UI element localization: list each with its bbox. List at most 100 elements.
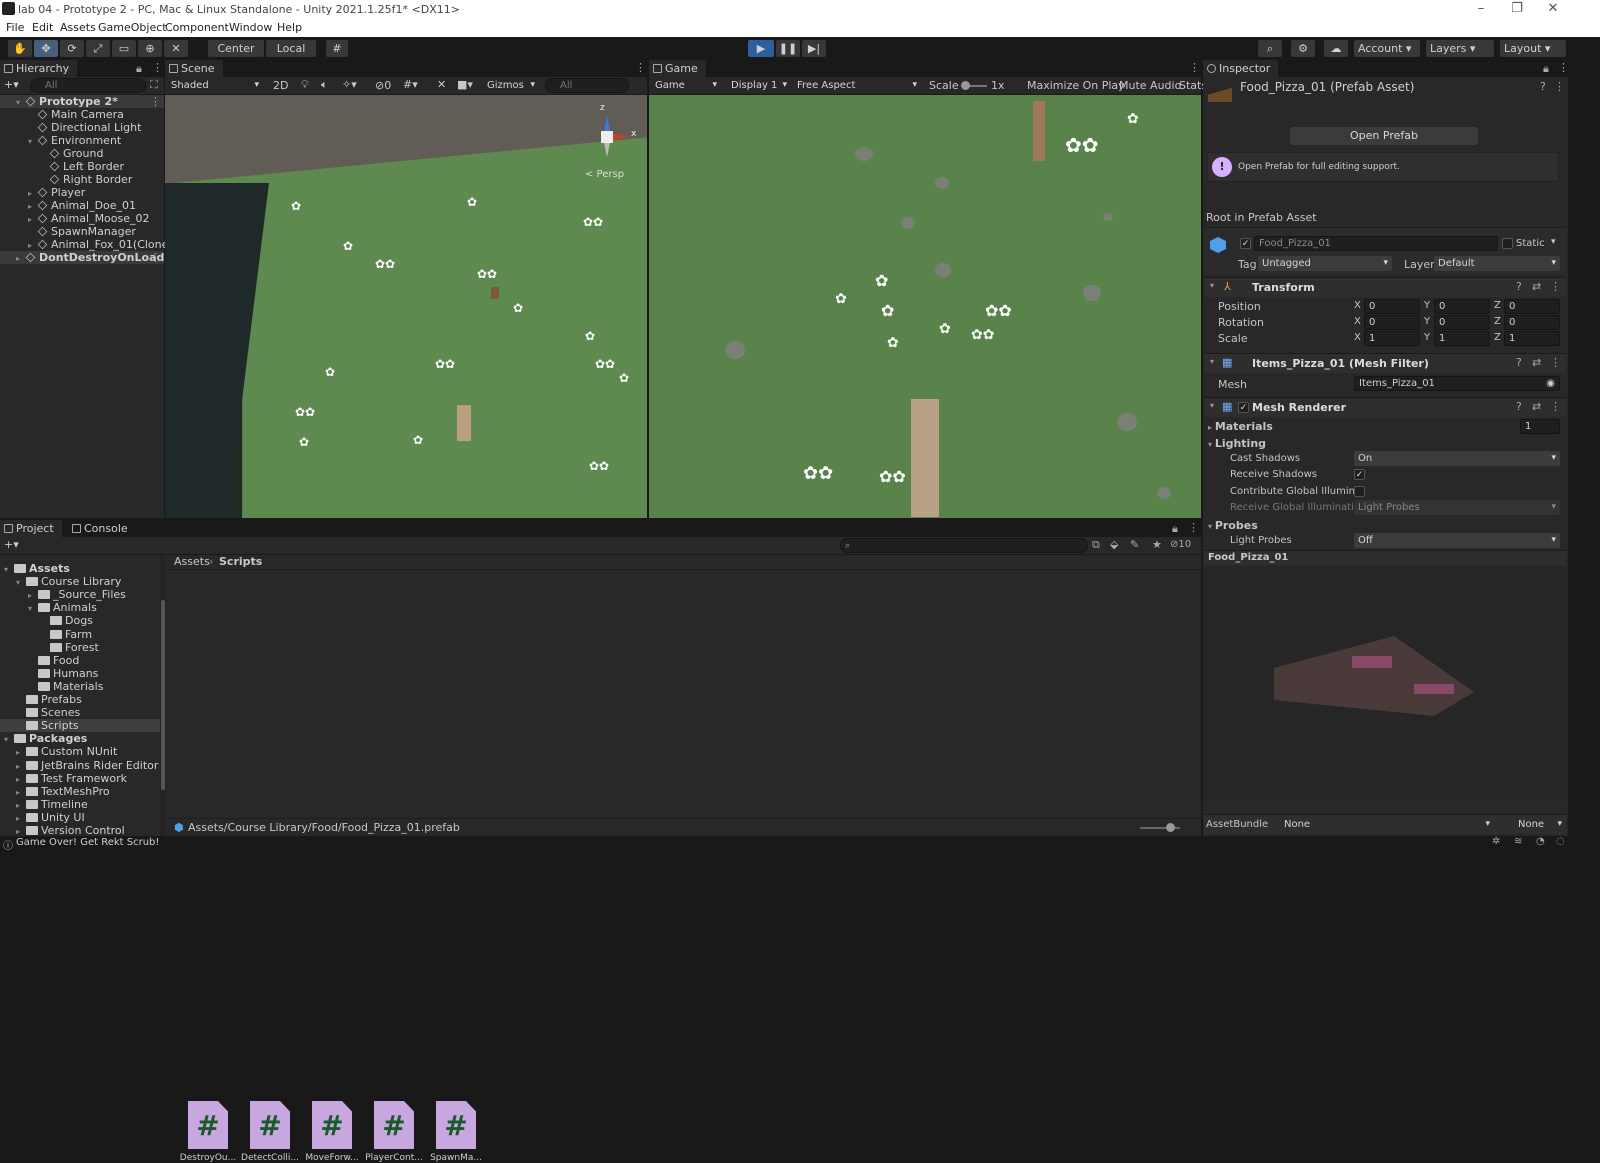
expanded-arrow-icon[interactable]: ▾ <box>4 563 14 576</box>
persp-label[interactable]: < Persp <box>585 169 624 180</box>
hand-tool-icon[interactable]: ✋ <box>8 40 32 57</box>
inspector-lock-icon[interactable]: 🔒︎ <box>1543 62 1549 76</box>
debug-icon[interactable]: ✲ <box>1492 836 1500 847</box>
mesh-renderer-help-icon[interactable]: ? <box>1516 400 1522 413</box>
rect-tool-icon[interactable]: ▭ <box>112 40 136 57</box>
save-search-icon[interactable]: ✎ <box>1130 538 1139 551</box>
project-folder-item[interactable]: Prefabs <box>0 693 160 706</box>
transform-y-field[interactable]: 0 <box>1434 299 1490 314</box>
hierarchy-item[interactable]: ▾ Environment <box>0 134 164 147</box>
toggle-2d-button[interactable]: 2D <box>273 79 288 92</box>
hierarchy-item[interactable]: ▸ Animal_Moose_02 <box>0 212 164 225</box>
mesh-field[interactable]: Items_Pizza_01 ◉ <box>1354 376 1560 391</box>
transform-y-field[interactable]: 1 <box>1434 331 1490 346</box>
project-folder-item[interactable]: ▸ TextMeshPro <box>0 785 160 798</box>
static-dropdown-icon[interactable]: ▾ <box>1551 237 1556 247</box>
tab-game[interactable]: Game <box>649 60 706 77</box>
restore-icon[interactable]: ❐ <box>1502 1 1532 16</box>
menu-component[interactable]: Component <box>165 21 229 34</box>
collapsed-arrow-icon[interactable]: ▸ <box>16 812 26 825</box>
project-folder-item[interactable]: ▾ Packages <box>0 732 160 745</box>
menu-edit[interactable]: Edit <box>32 21 53 34</box>
mesh-renderer-header[interactable]: ▾ ▦ ✓ Mesh Renderer ? ⇄ ⋮ <box>1204 397 1566 417</box>
transform-x-field[interactable]: 0 <box>1364 315 1420 330</box>
transform-y-field[interactable]: 0 <box>1434 315 1490 330</box>
move-tool-icon[interactable]: ✥ <box>34 40 58 57</box>
project-lock-icon[interactable]: 🔒︎ <box>1172 522 1178 536</box>
project-folder-item[interactable]: Humans <box>0 667 160 680</box>
expanded-arrow-icon[interactable]: ▾ <box>4 733 14 746</box>
axis-x-label[interactable]: X <box>1354 316 1361 327</box>
menu-file[interactable]: File <box>6 21 24 34</box>
hierarchy-item[interactable]: Left Border <box>0 160 164 173</box>
create-asset-icon[interactable]: +▾ <box>4 538 19 551</box>
scene-view-icon[interactable]: ⛶ <box>150 78 158 92</box>
scene-search-input[interactable]: All <box>545 78 629 93</box>
favorite-icon[interactable]: ★ <box>1152 538 1162 551</box>
project-folder-item[interactable]: Food <box>0 654 160 667</box>
collapsed-arrow-icon[interactable]: ▸ <box>16 760 26 773</box>
account-dropdown[interactable]: Account ▾ <box>1354 40 1420 57</box>
collapsed-arrow-icon[interactable]: ▸ <box>16 746 26 759</box>
object-picker-icon[interactable]: ◉ <box>1546 377 1555 390</box>
mesh-renderer-more-icon[interactable]: ⋮ <box>1550 400 1561 413</box>
auto-refresh-icon[interactable]: ◌ <box>1556 836 1565 847</box>
active-checkbox[interactable]: ✓ <box>1240 238 1251 249</box>
receive-shadows-checkbox[interactable]: ✓ <box>1354 469 1365 480</box>
transform-z-field[interactable]: 0 <box>1504 315 1560 330</box>
scale-slider-thumb[interactable] <box>961 81 970 90</box>
mesh-renderer-fold-icon[interactable]: ▾ <box>1210 401 1214 410</box>
menu-window[interactable]: Window <box>229 21 272 34</box>
tab-project[interactable]: Project <box>0 520 62 537</box>
transform-preset-icon[interactable]: ⇄ <box>1532 280 1541 293</box>
close-icon[interactable]: ✕ <box>1538 1 1568 16</box>
more-icon[interactable]: ⋮ <box>152 61 163 74</box>
minimize-icon[interactable]: – <box>1466 1 1496 16</box>
light-probes-dropdown[interactable]: Off <box>1354 533 1560 548</box>
project-folder-item[interactable]: Materials <box>0 680 160 693</box>
display-dropdown[interactable]: Display 1 <box>727 78 791 93</box>
cloud-icon[interactable]: ☁ <box>1324 40 1348 57</box>
mesh-renderer-enabled-checkbox[interactable]: ✓ <box>1238 402 1249 413</box>
project-folder-item[interactable]: ▸ Unity UI <box>0 811 160 824</box>
mesh-renderer-preset-icon[interactable]: ⇄ <box>1532 400 1541 413</box>
hierarchy-item[interactable]: ▸ Animal_Doe_01 <box>0 199 164 212</box>
mesh-filter-header[interactable]: ▾ ▦ Items_Pizza_01 (Mesh Filter) ? ⇄ ⋮ <box>1204 353 1566 373</box>
scene-viewport[interactable]: ✿ ✿ ✿✿ ✿ ✿✿ ✿✿ ✿ ✿ ✿✿ ✿✿ ✿✿ ✿ ✿ ✿✿ ✿ ✿ z x < Per… <box>165 95 647 518</box>
orientation-gizmo[interactable]: z x < Persp <box>579 103 639 180</box>
inspector-more-icon[interactable]: ⋮ <box>1558 61 1569 74</box>
custom-tool-icon[interactable]: ✕ <box>164 40 188 57</box>
icon-size-slider-thumb[interactable] <box>1166 823 1175 832</box>
hierarchy-item[interactable]: ▸ Player <box>0 186 164 199</box>
tools-toggle-icon[interactable]: ✕ <box>437 78 446 91</box>
tab-inspector[interactable]: Inspector <box>1203 60 1279 77</box>
axis-y-label[interactable]: Y <box>1424 300 1430 311</box>
mute-audio-toggle[interactable]: Mute Audio <box>1119 79 1181 92</box>
menu-help[interactable]: Help <box>277 21 302 34</box>
transform-x-field[interactable]: 1 <box>1364 331 1420 346</box>
hierarchy-item[interactable]: SpawnManager <box>0 225 164 238</box>
mesh-filter-fold-icon[interactable]: ▾ <box>1210 357 1214 366</box>
lock-icon[interactable]: 🔒︎ <box>136 62 142 76</box>
materials-count-field[interactable]: 1 <box>1520 419 1560 434</box>
transform-z-field[interactable]: 0 <box>1504 299 1560 314</box>
cache-icon[interactable]: ≋ <box>1514 836 1522 847</box>
scale-slider[interactable] <box>961 81 987 90</box>
collapsed-arrow-icon[interactable]: ▸ <box>16 252 26 265</box>
mesh-filter-preset-icon[interactable]: ⇄ <box>1532 356 1541 369</box>
collapsed-arrow-icon[interactable]: ▸ <box>16 799 26 812</box>
scene-menu-icon[interactable]: ⋮ <box>150 251 161 264</box>
menu-gameobject[interactable]: GameObject <box>98 21 167 34</box>
transform-more-icon[interactable]: ⋮ <box>1550 280 1561 293</box>
axis-x-label[interactable]: X <box>1354 332 1361 343</box>
space-local-button[interactable]: Local <box>266 40 316 57</box>
project-folder-item[interactable]: Scenes <box>0 706 160 719</box>
search-by-type-icon[interactable]: ⧉ <box>1092 538 1100 552</box>
assetbundle-dropdown[interactable]: None <box>1280 817 1494 832</box>
collapsed-arrow-icon[interactable]: ▸ <box>16 786 26 799</box>
cast-shadows-dropdown[interactable]: On <box>1354 451 1560 466</box>
hierarchy-item[interactable]: Right Border <box>0 173 164 186</box>
contribute-gi-checkbox[interactable] <box>1354 486 1365 497</box>
layers-dropdown[interactable]: Layers ▾ <box>1426 40 1494 57</box>
icon-size-slider[interactable] <box>1140 823 1180 832</box>
